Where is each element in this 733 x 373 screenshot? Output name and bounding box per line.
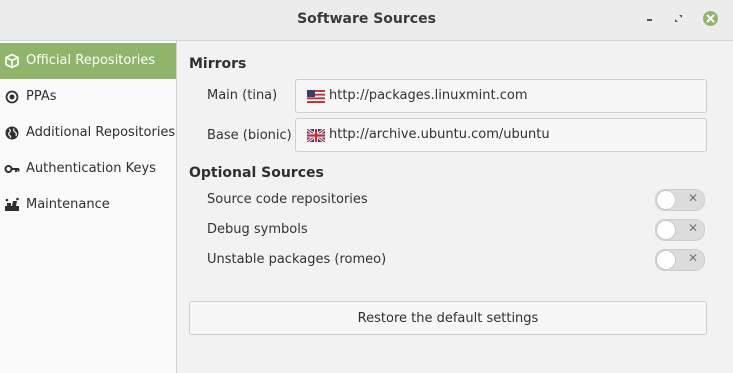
sidebar-item-additional-repositories[interactable]: Additional Repositories xyxy=(0,115,176,151)
unstable-packages-label: Unstable packages (romeo) xyxy=(207,252,387,267)
minimize-icon xyxy=(647,19,652,21)
maximize-button[interactable] xyxy=(668,10,688,28)
sidebar-item-label: Official Repositories xyxy=(26,53,156,68)
main-mirror-url: http://packages.linuxmint.com xyxy=(329,88,528,103)
sidebar-item-label: Additional Repositories xyxy=(26,125,176,140)
main-mirror-button[interactable]: http://packages.linuxmint.com xyxy=(295,79,707,113)
sidebar-item-official-repositories[interactable]: Official Repositories xyxy=(0,43,176,79)
switch-off-icon: ✕ xyxy=(688,221,699,235)
optional-sources-heading: Optional Sources xyxy=(189,165,324,181)
sidebar-item-label: Maintenance xyxy=(26,197,110,212)
title-bar: Software Sources xyxy=(0,0,733,41)
source-code-label: Source code repositories xyxy=(207,192,368,207)
close-icon xyxy=(706,14,715,23)
main-panel: Mirrors Main (tina) http://packages.linu… xyxy=(177,41,733,373)
unstable-packages-switch[interactable]: ✕ xyxy=(655,249,705,271)
ppa-icon xyxy=(5,90,19,104)
window-title: Software Sources xyxy=(297,11,436,27)
sidebar-item-authentication-keys[interactable]: Authentication Keys xyxy=(0,151,176,187)
switch-knob xyxy=(656,190,676,210)
base-mirror-url: http://archive.ubuntu.com/ubuntu xyxy=(329,127,550,142)
sidebar: Official Repositories PPAs Additional Re… xyxy=(0,41,177,373)
base-mirror-label: Base (bionic) xyxy=(207,128,292,143)
maintenance-icon xyxy=(5,197,19,211)
debug-symbols-label: Debug symbols xyxy=(207,222,308,237)
sidebar-item-ppas[interactable]: PPAs xyxy=(0,79,176,115)
globe-icon xyxy=(5,126,19,140)
switch-knob xyxy=(656,250,676,270)
base-mirror-button[interactable]: http://archive.ubuntu.com/ubuntu xyxy=(295,118,707,152)
restore-defaults-button[interactable]: Restore the default settings xyxy=(189,301,707,335)
sidebar-item-label: Authentication Keys xyxy=(26,161,156,176)
debug-symbols-switch[interactable]: ✕ xyxy=(655,219,705,241)
us-flag-icon xyxy=(307,90,325,103)
switch-knob xyxy=(656,220,676,240)
sidebar-item-label: PPAs xyxy=(26,89,57,104)
package-icon xyxy=(5,53,19,69)
sidebar-item-maintenance[interactable]: Maintenance xyxy=(0,187,176,223)
minimize-button[interactable] xyxy=(640,10,660,28)
uk-flag-icon xyxy=(307,129,325,142)
mirrors-heading: Mirrors xyxy=(189,56,247,72)
switch-off-icon: ✕ xyxy=(688,191,699,205)
source-code-switch[interactable]: ✕ xyxy=(655,189,705,211)
main-mirror-label: Main (tina) xyxy=(207,88,278,103)
restore-defaults-label: Restore the default settings xyxy=(357,311,539,326)
restore-icon xyxy=(675,15,682,22)
key-icon xyxy=(4,165,20,173)
switch-off-icon: ✕ xyxy=(688,251,699,265)
close-button[interactable] xyxy=(701,9,721,29)
